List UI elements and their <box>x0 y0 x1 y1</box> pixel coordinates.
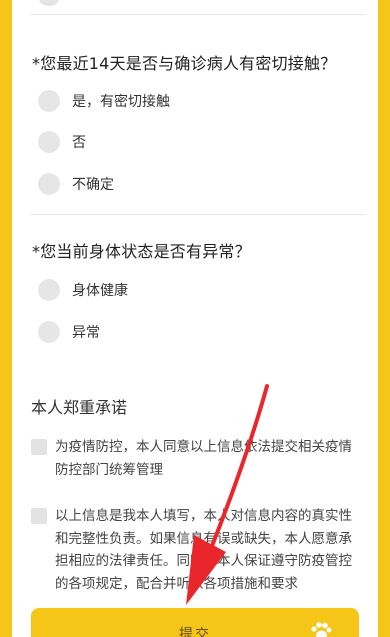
survey-card: *您最近14天是否与确诊病人有密切接触？ 是，有密切接触 否 不确定 *您当前身… <box>12 0 378 637</box>
question-close-contact: *您最近14天是否与确诊病人有密切接触？ <box>32 54 337 73</box>
checkbox-unchecked-icon[interactable] <box>31 439 47 455</box>
option-health-abnormal[interactable]: 异常 <box>38 320 100 344</box>
radio-unchecked-icon[interactable] <box>38 90 60 112</box>
option-label: 不确定 <box>72 177 114 193</box>
option-label: 异常 <box>72 325 100 341</box>
radio-unchecked-icon[interactable] <box>38 131 60 153</box>
option-label: 否 <box>72 135 86 151</box>
pledge-item-data-sharing[interactable]: 为疫情防控，本人同意以上信息依法提交相关疫情防控部门统筹管理 <box>31 436 361 481</box>
radio-unchecked-icon[interactable] <box>38 279 60 301</box>
option-close-contact-yes[interactable]: 是，有密切接触 <box>38 89 170 113</box>
option-health-healthy[interactable]: 身体健康 <box>38 278 128 302</box>
submit-label: 提交 <box>179 627 211 637</box>
checkbox-unchecked-icon[interactable] <box>31 508 47 524</box>
pledge-text: 为疫情防控，本人同意以上信息依法提交相关疫情防控部门统筹管理 <box>55 439 352 478</box>
pledge-item-truthfulness[interactable]: 以上信息是我本人填写，本人对信息内容的真实性和完整性负责。如果信息有误或缺失，本… <box>31 505 361 595</box>
question-health-status: *您当前身体状态是否有异常？ <box>32 242 251 261</box>
paw-icon <box>311 622 332 637</box>
commitment-title: 本人郑重承诺 <box>31 398 128 417</box>
option-close-contact-unsure[interactable]: 不确定 <box>38 172 114 196</box>
divider <box>31 14 366 15</box>
divider <box>31 214 366 215</box>
option-close-contact-no[interactable]: 否 <box>38 130 86 154</box>
radio-unchecked-icon[interactable] <box>38 321 60 343</box>
pledge-text: 以上信息是我本人填写，本人对信息内容的真实性和完整性负责。如果信息有误或缺失，本… <box>55 508 352 592</box>
radio-unchecked-icon[interactable] <box>38 173 60 195</box>
option-label: 身体健康 <box>72 283 128 299</box>
option-label: 是，有密切接触 <box>72 94 170 110</box>
radio-unchecked-icon[interactable] <box>39 0 59 6</box>
